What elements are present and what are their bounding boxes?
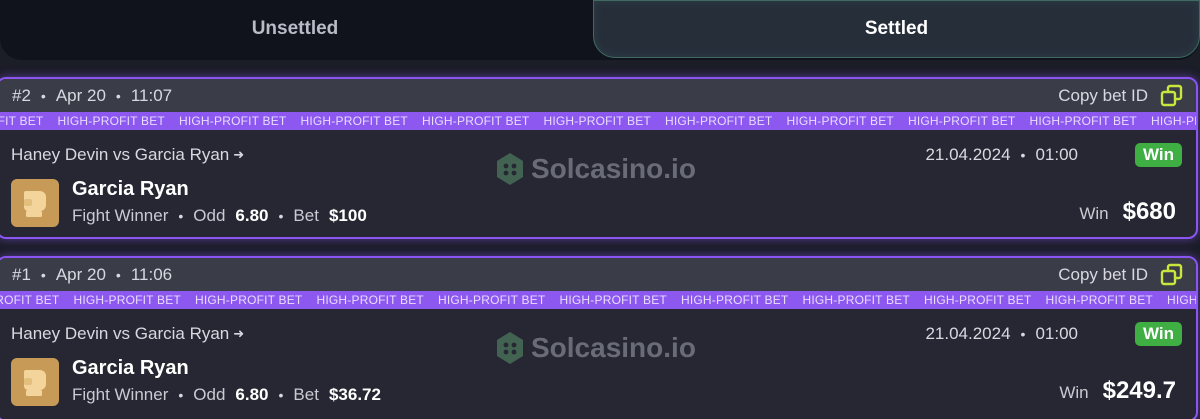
bet-label: Bet — [293, 206, 319, 225]
odd-label: Odd — [193, 385, 226, 404]
event-time: 01:00 — [1035, 145, 1078, 164]
match-link[interactable]: Haney Devin vs Garcia Ryan ➜ — [11, 145, 244, 165]
pick-name: Garcia Ryan — [72, 178, 189, 200]
ribbon-label: HIGH-PROFIT BET — [1029, 114, 1137, 128]
bet-date: Apr 20 — [55, 264, 106, 284]
event-datetime: 21.04.2024 • 01:00 — [925, 145, 1078, 165]
boxing-glove-icon — [11, 358, 59, 406]
copy-bet-id-label: Copy bet ID — [1058, 85, 1148, 105]
bet-meta: #1 • Apr 20 • 11:06 — [12, 265, 172, 285]
ribbon-label: HIGH-PROFIT BET — [0, 114, 44, 128]
ribbon-label: HIGH-PROFIT BET — [179, 114, 287, 128]
separator-dot: • — [115, 266, 121, 283]
status-badge: Win — [1134, 322, 1182, 346]
watermark: Solcasino.io — [495, 152, 696, 186]
bet-details: Fight Winner • Odd 6.80 • Bet $36.72 — [72, 385, 381, 405]
ribbon-label: HIGH-PROFIT BET — [422, 114, 530, 128]
bet-card-header: #1 • Apr 20 • 11:06 Copy bet ID — [0, 258, 1196, 291]
copy-bet-id-button[interactable]: Copy bet ID — [1058, 263, 1184, 287]
separator-dot: • — [40, 87, 46, 104]
bet-amount: $36.72 — [328, 385, 381, 404]
ribbon-label: HIGH-PROFIT BET — [0, 293, 60, 307]
bet-date: Apr 20 — [55, 85, 106, 105]
match-name: Haney Devin vs Garcia Ryan — [11, 145, 230, 164]
win-label: Win — [1059, 383, 1089, 402]
bet-meta: #2 • Apr 20 • 11:07 — [12, 86, 172, 106]
arrow-right-icon: ➜ — [233, 147, 245, 162]
win-amount: Win $249.7 — [1059, 377, 1176, 405]
event-date: 21.04.2024 — [925, 324, 1011, 343]
bet-label: Bet — [293, 385, 319, 404]
market-name: Fight Winner — [72, 385, 169, 404]
separator-dot: • — [40, 266, 46, 283]
solcasino-logo-icon — [497, 153, 523, 185]
market-name: Fight Winner — [72, 206, 169, 225]
bet-card-header: #2 • Apr 20 • 11:07 Copy bet ID — [0, 79, 1196, 112]
bet-time: 11:06 — [130, 264, 173, 284]
odd-value: 6.80 — [235, 206, 269, 225]
separator-dot: • — [1020, 147, 1026, 163]
watermark-text: Solcasino.io — [531, 153, 696, 184]
copy-icon[interactable] — [1160, 84, 1184, 108]
ribbon-label: HIGH-PROFIT BET — [665, 114, 773, 128]
solcasino-logo-icon — [497, 332, 523, 364]
copy-bet-id-label: Copy bet ID — [1058, 264, 1148, 284]
win-value: $249.7 — [1102, 377, 1176, 404]
pick-name: Garcia Ryan — [72, 357, 189, 379]
match-name: Haney Devin vs Garcia Ryan — [11, 324, 230, 343]
ribbon-label: HIGH-PROFIT BET — [195, 293, 303, 307]
bet-card: #2 • Apr 20 • 11:07 Copy bet ID HIGH-PRO… — [0, 77, 1198, 239]
bet-id: #2 — [12, 85, 31, 105]
win-label: Win — [1079, 204, 1109, 223]
bet-id: #1 — [12, 264, 31, 284]
ribbon-label: HIGH-PROFIT BET — [802, 293, 910, 307]
ribbon-label: HIGH-PROFIT BET — [316, 293, 424, 307]
copy-bet-id-button[interactable]: Copy bet ID — [1058, 84, 1184, 108]
ribbon-label: HIGH-PROFIT BET — [681, 293, 789, 307]
boxing-glove-icon — [11, 179, 59, 227]
separator-dot: • — [278, 387, 284, 403]
copy-icon[interactable] — [1160, 263, 1184, 287]
separator-dot: • — [178, 387, 184, 403]
match-link[interactable]: Haney Devin vs Garcia Ryan ➜ — [11, 324, 244, 344]
bet-details: Fight Winner • Odd 6.80 • Bet $100 — [72, 206, 367, 226]
ribbon-label: HIGH-PROFIT BET — [300, 114, 408, 128]
watermark-text: Solcasino.io — [531, 332, 696, 363]
win-amount: Win $680 — [1079, 198, 1176, 226]
bet-card: #1 • Apr 20 • 11:06 Copy bet ID HIGH-PRO… — [0, 256, 1198, 419]
event-datetime: 21.04.2024 • 01:00 — [925, 324, 1078, 344]
ribbon-label: HIGH-PROFIT BET — [908, 114, 1016, 128]
ribbon-label: HIGH-PROFIT BET — [438, 293, 546, 307]
ribbon-label: HIGH-PROFIT BET — [1045, 293, 1153, 307]
win-value: $680 — [1122, 198, 1176, 225]
arrow-right-icon: ➜ — [233, 326, 245, 341]
separator-dot: • — [278, 208, 284, 224]
event-time: 01:00 — [1035, 324, 1078, 343]
ribbon-label: HIGH-PROFIT BET — [924, 293, 1032, 307]
odd-label: Odd — [193, 206, 226, 225]
ribbon-label: HIGH-PROFIT BET — [1151, 114, 1196, 128]
separator-dot: • — [178, 208, 184, 224]
bet-tabs: Unsettled Settled — [0, 0, 1200, 60]
ribbon-label: HIGH-PROFIT BET — [1167, 293, 1196, 307]
watermark: Solcasino.io — [495, 331, 696, 365]
separator-dot: • — [1020, 326, 1026, 342]
ribbon-label: HIGH-PROFIT BET — [73, 293, 181, 307]
tab-settled[interactable]: Settled — [593, 0, 1200, 58]
odd-value: 6.80 — [235, 385, 269, 404]
status-badge: Win — [1134, 143, 1182, 167]
separator-dot: • — [115, 87, 121, 104]
ribbon-label: HIGH-PROFIT BET — [559, 293, 667, 307]
tab-unsettled[interactable]: Unsettled — [0, 0, 590, 58]
high-profit-ribbon: HIGH-PROFIT BET HIGH-PROFIT BET HIGH-PRO… — [0, 112, 1196, 130]
ribbon-label: HIGH-PROFIT BET — [543, 114, 651, 128]
high-profit-ribbon: HIGH-PROFIT BET HIGH-PROFIT BET HIGH-PRO… — [0, 291, 1196, 309]
ribbon-label: HIGH-PROFIT BET — [786, 114, 894, 128]
bet-time: 11:07 — [130, 85, 173, 105]
event-date: 21.04.2024 — [925, 145, 1011, 164]
ribbon-label: HIGH-PROFIT BET — [57, 114, 165, 128]
bet-amount: $100 — [328, 206, 367, 225]
